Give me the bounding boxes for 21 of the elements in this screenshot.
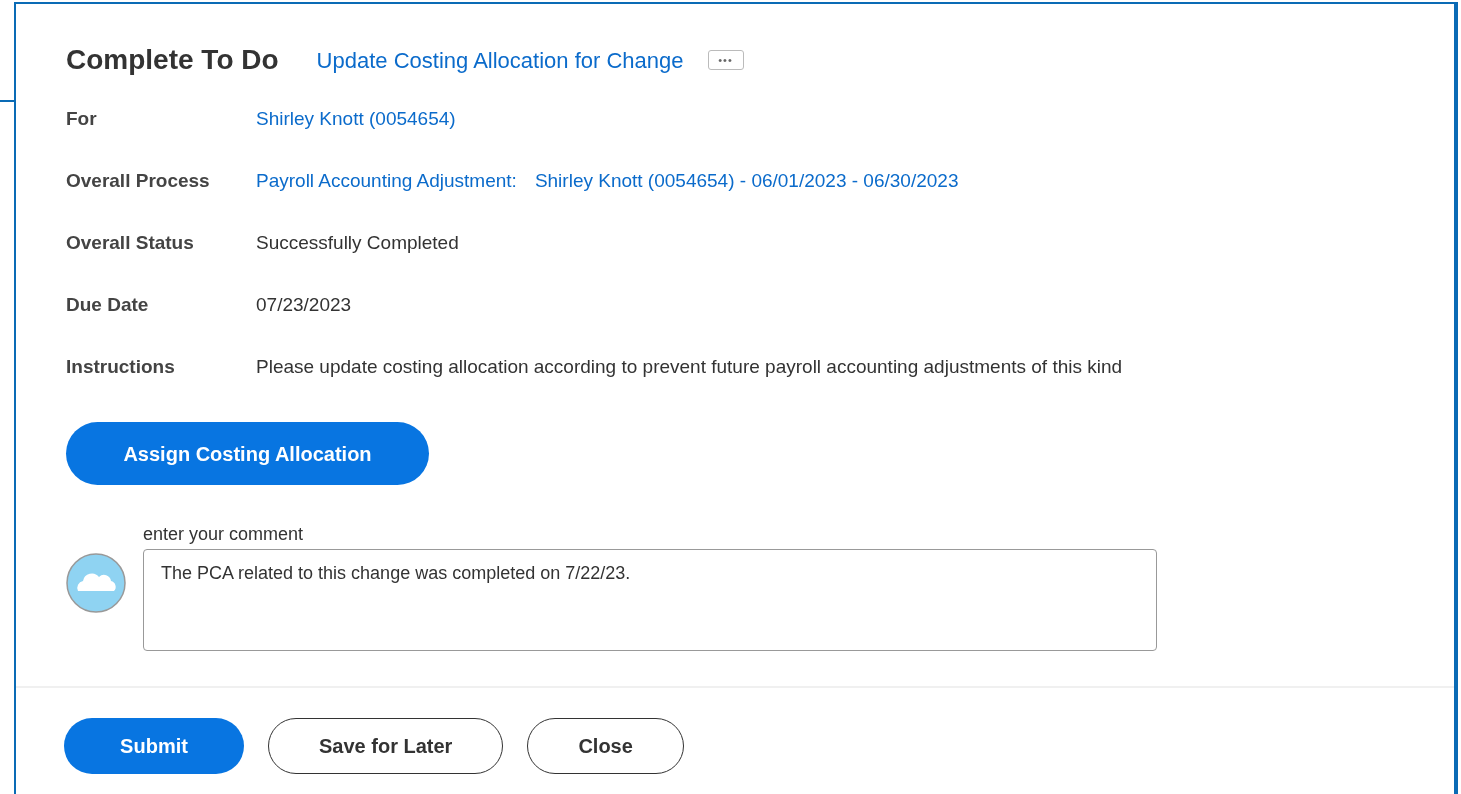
field-label: Due Date bbox=[66, 292, 150, 317]
assign-costing-button[interactable]: Assign Costing Allocation bbox=[66, 422, 429, 485]
comment-field[interactable]: The PCA related to this change was completed on 7/22/23. bbox=[143, 549, 1157, 651]
field-label: For bbox=[66, 106, 98, 131]
field-label: Instructions bbox=[66, 354, 176, 379]
field-label: Overall Status bbox=[66, 230, 195, 255]
field-label: Overall Process bbox=[66, 168, 211, 193]
dialog-title: Complete To Do bbox=[66, 43, 279, 77]
more-button[interactable]: ••• bbox=[707, 50, 744, 70]
field-value: 07/23/2023 bbox=[256, 292, 352, 317]
value-link[interactable]: Shirley Knott (0054654) - 06/01/2023 - 06/30/2023 bbox=[534, 166, 959, 196]
footer-button[interactable]: Close bbox=[527, 718, 684, 774]
value-link[interactable]: Shirley Knott (0054654) bbox=[256, 104, 456, 134]
footer-button[interactable]: Submit bbox=[64, 718, 244, 774]
avatar-cloud-icon bbox=[66, 553, 126, 613]
task-link[interactable]: Update Costing Allocation for Change bbox=[316, 43, 684, 77]
field-value: Successfully Completed bbox=[256, 230, 459, 255]
value-link[interactable]: Payroll Accounting Adjustment: bbox=[256, 166, 517, 196]
footer-button[interactable]: Save for Later bbox=[268, 718, 504, 774]
comment-label: enter your comment bbox=[143, 523, 305, 545]
field-value: Please update costing allocation according to prevent future payroll accounting adjustments of this kind bbox=[256, 354, 1123, 379]
